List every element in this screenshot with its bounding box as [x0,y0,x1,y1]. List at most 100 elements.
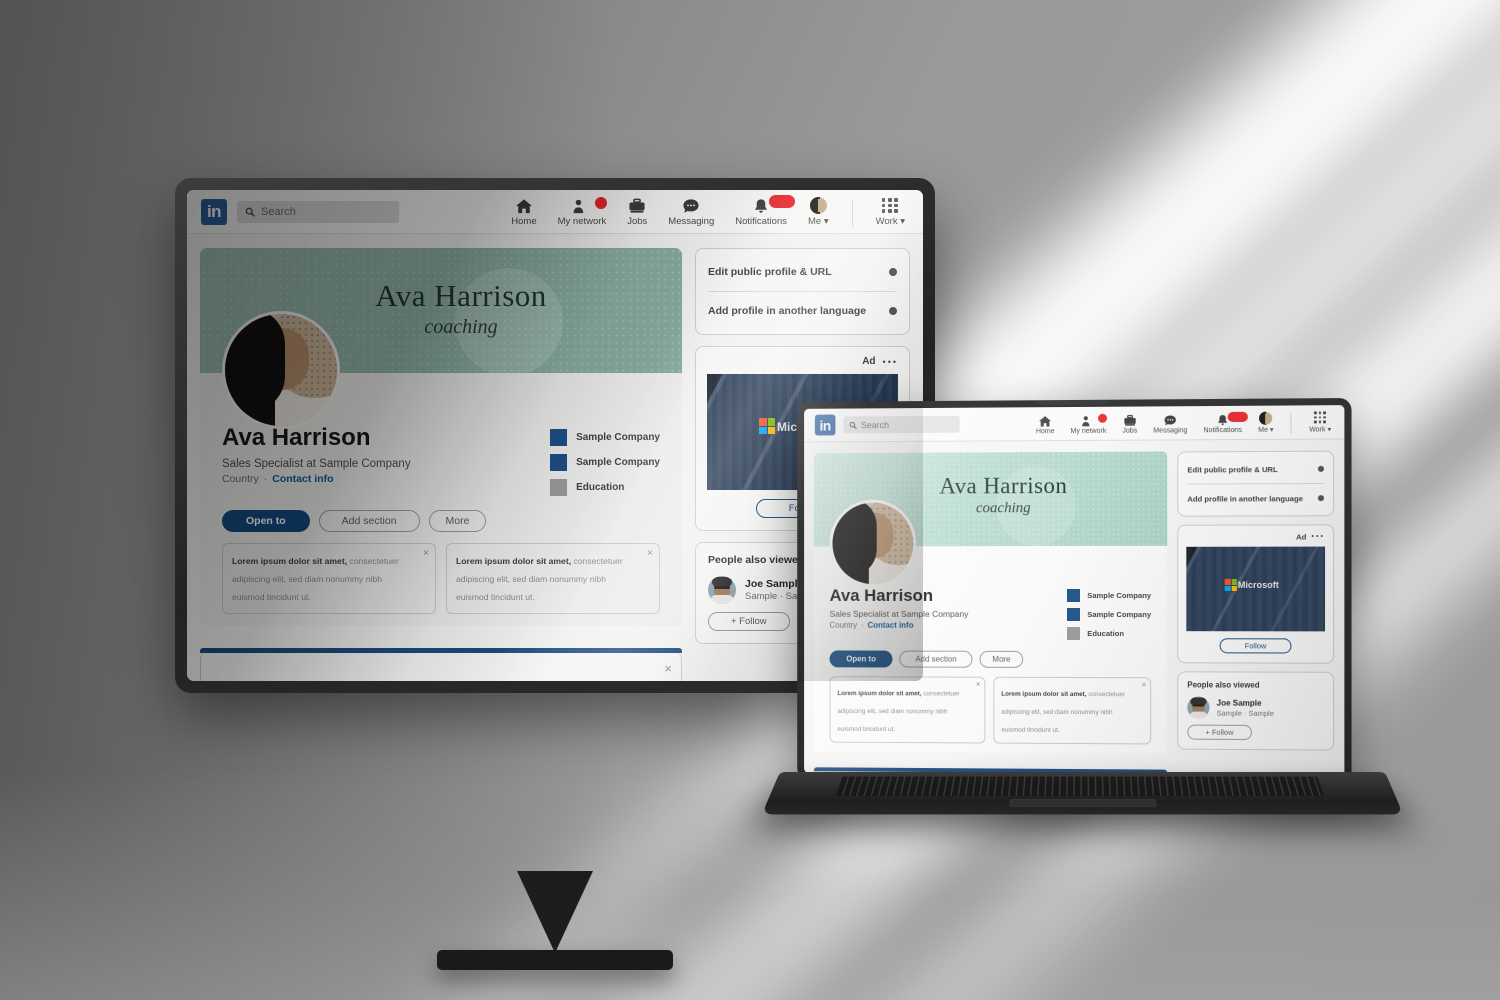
linkedin-logo[interactable]: in [201,199,227,225]
nav-item-me[interactable]: Me ▾ [1258,411,1273,433]
experience-legend-row: Sample Company [1067,589,1151,602]
experience-legend-row: Sample Company [1067,608,1151,621]
nav-item-work[interactable]: Work ▾ [876,198,905,226]
grid-icon [1314,412,1326,423]
legend-label: Sample Company [1087,591,1151,600]
nav-label: My network [558,216,607,227]
edit-public-profile-row[interactable]: Edit public profile & URL [1187,455,1324,484]
suggestion-title: Lorem ipsum dolor sit amet, [1001,691,1086,698]
follow-person-button[interactable]: + Follow [1187,725,1251,740]
dot-separator: · [861,621,864,630]
monitor-stand [517,871,593,953]
nav-item-my-network[interactable]: My network [558,198,607,227]
close-icon[interactable]: × [1141,680,1146,689]
message-icon [1163,414,1177,426]
experience-legend-row: Education [550,479,660,496]
nav-label: Jobs [627,216,647,227]
follow-person-button[interactable]: + Follow [708,612,790,631]
ad-image-text: Microsoft [1238,580,1279,590]
close-icon[interactable]: × [664,661,672,676]
nav-item-work[interactable]: Work ▾ [1309,412,1331,433]
row-label: Edit public profile & URL [1187,465,1277,474]
person-name[interactable]: Joe Sample [1217,698,1274,707]
microsoft-logo-icon [759,418,775,434]
suggestion-title: Lorem ipsum dolor sit amet, [837,690,921,697]
close-icon[interactable]: × [976,680,981,689]
laptop-keyboard[interactable] [836,777,1324,796]
notification-badge [595,197,607,209]
dot-icon[interactable] [889,307,897,315]
profile-location: Country [830,621,858,630]
add-section-button[interactable]: Add section [319,510,420,532]
person-subtitle: Sample · Sample [1217,708,1274,717]
add-language-row[interactable]: Add profile in another language [708,292,897,330]
navbar: in Search Home My network Jobs Messaging… [187,190,923,234]
profile-avatar[interactable] [830,500,917,588]
avatar[interactable] [1187,696,1209,718]
ad-follow-button[interactable]: Follow [1219,638,1291,653]
legend-label: Sample Company [576,432,660,443]
experience-legend-row: Education [1067,627,1151,640]
nav-label: Me ▾ [808,216,829,227]
nav-item-my-network[interactable]: My network [1071,414,1107,434]
add-language-row[interactable]: Add profile in another language [1187,484,1324,513]
close-icon[interactable]: × [647,548,653,559]
ad-image[interactable]: Microsoft [1186,547,1325,632]
ad-label: Ad [862,356,875,367]
ad-menu-icon[interactable]: ••• [883,357,898,367]
notification-badge [1228,411,1248,421]
search-input[interactable]: Search [843,416,959,434]
nav-item-me[interactable]: Me ▾ [808,197,829,227]
profile-location: Country [222,473,259,485]
nav-item-messaging[interactable]: Messaging [1153,414,1187,434]
nav-item-notifications[interactable]: Notifications [735,198,787,227]
profile-headline: Sales Specialist at Sample Company [222,458,550,470]
laptop-trackpad[interactable] [1009,799,1156,807]
close-icon[interactable]: × [423,548,429,559]
suggestion-card[interactable]: Lorem ipsum dolor sit amet, consectetuer… [993,677,1151,745]
open-to-button[interactable]: Open to [222,510,310,532]
bottom-section-card[interactable]: × [200,653,682,681]
dot-icon[interactable] [1318,466,1324,472]
laptop-lid: in Search Home My network Jobs Messaging… [797,398,1351,784]
profile-avatar[interactable] [222,311,340,429]
nav-item-jobs[interactable]: Jobs [627,198,647,227]
edit-public-profile-row[interactable]: Edit public profile & URL [708,253,897,291]
nav-item-messaging[interactable]: Messaging [668,198,714,227]
ad-menu-icon[interactable]: ••• [1311,533,1325,540]
contact-info-link[interactable]: Contact info [868,621,914,630]
avatar[interactable] [708,576,736,604]
nav-divider [852,199,853,227]
contact-info-link[interactable]: Contact info [272,473,333,485]
nav-label: My network [1071,427,1107,434]
suggestion-card[interactable]: Lorem ipsum dolor sit amet, consectetuer… [222,543,436,614]
nav-item-notifications[interactable]: Notifications [1203,413,1242,433]
dot-icon[interactable] [1318,495,1324,501]
home-icon [1038,415,1052,427]
banner-name: Ava Harrison [240,280,682,311]
open-to-button[interactable]: Open to [830,650,893,667]
suggestion-card[interactable]: Lorem ipsum dolor sit amet, consectetuer… [446,543,660,614]
suggestion-card[interactable]: Lorem ipsum dolor sit amet, consectetuer… [830,676,986,743]
dot-icon[interactable] [889,268,897,276]
experience-legend-row: Sample Company [550,454,660,471]
search-input[interactable]: Search [237,201,399,223]
mockup-scene: in Search Home My network Jobs Messaging… [0,0,1500,1000]
suggestion-title: Lorem ipsum dolor sit amet, [232,556,347,566]
nav-item-jobs[interactable]: Jobs [1122,414,1137,434]
search-placeholder: Search [261,206,296,218]
navbar: in Search Home My network Jobs Messaging… [804,405,1344,442]
suggestion-title: Lorem ipsum dolor sit amet, [456,556,571,566]
banner-name: Ava Harrison [841,474,1167,498]
home-icon [515,198,533,214]
more-button[interactable]: More [429,510,487,532]
nav-item-home[interactable]: Home [1036,415,1055,435]
nav-label: Notifications [1203,426,1242,433]
linkedin-logo[interactable]: in [815,415,836,436]
laptop-computer: in Search Home My network Jobs Messaging… [780,400,1385,830]
profile-name: Ava Harrison [222,425,550,452]
nav-item-home[interactable]: Home [511,198,536,227]
more-button[interactable]: More [979,651,1023,668]
briefcase-icon [1123,414,1137,426]
add-section-button[interactable]: Add section [900,651,973,668]
